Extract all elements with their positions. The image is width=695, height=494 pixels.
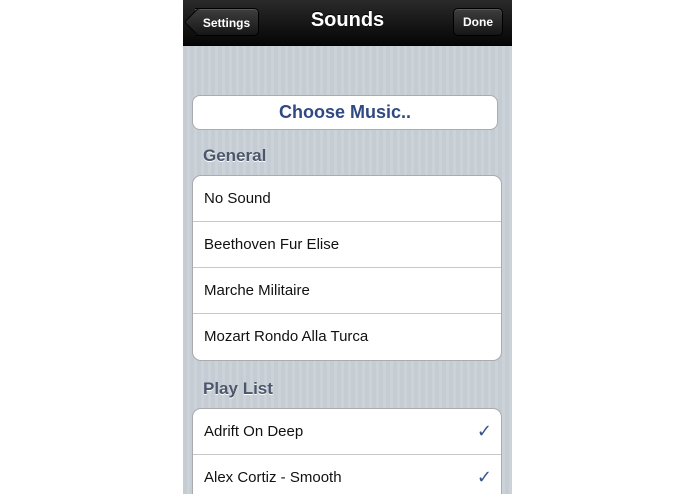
sound-item-label: No Sound [204, 190, 271, 207]
playlist-item-label: Alex Cortiz - Smooth [204, 469, 342, 486]
done-button[interactable]: Done [453, 8, 503, 36]
navigation-bar: Settings Sounds Done [183, 0, 512, 46]
sound-item-beethoven-fur-elise[interactable]: Beethoven Fur Elise [193, 222, 501, 268]
choose-music-button[interactable]: Choose Music.. [192, 95, 498, 130]
checkmark-icon: ✓ [476, 467, 492, 487]
sound-item-no-sound[interactable]: No Sound [193, 176, 501, 222]
sound-item-label: Mozart Rondo Alla Turca [204, 328, 369, 345]
sound-item-marche-militaire[interactable]: Marche Militaire [193, 268, 501, 314]
playlist-item-adrift-on-deep[interactable]: Adrift On Deep ✓ [193, 409, 501, 455]
sound-item-label: Beethoven Fur Elise [204, 236, 340, 253]
sound-item-mozart-rondo-alla-turca[interactable]: Mozart Rondo Alla Turca [193, 314, 501, 360]
general-sound-list: No Sound Beethoven Fur Elise Marche Mili… [192, 175, 502, 361]
sound-item-label: Marche Militaire [204, 282, 310, 299]
playlist-item-label: Adrift On Deep [204, 423, 304, 440]
playlist-sound-list: Adrift On Deep ✓ Alex Cortiz - Smooth ✓ [192, 408, 502, 494]
section-header-general: General [203, 146, 267, 165]
playlist-item-alex-cortiz-smooth[interactable]: Alex Cortiz - Smooth ✓ [193, 455, 501, 494]
phone-screen: Settings Sounds Done Choose Music.. Gene… [183, 0, 512, 494]
section-header-playlist: Play List [203, 379, 273, 398]
checkmark-icon: ✓ [476, 421, 492, 441]
